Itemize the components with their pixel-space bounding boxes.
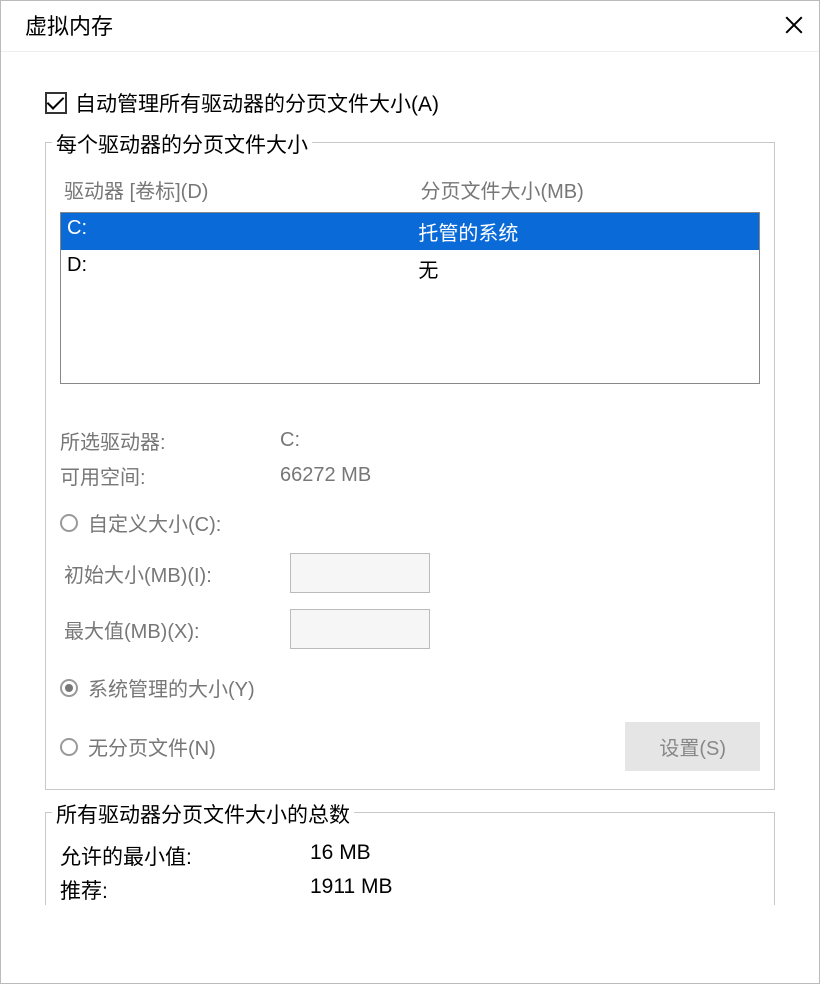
selected-drive-label: 所选驱动器:: [60, 426, 280, 455]
custom-size-radio-row[interactable]: 自定义大小(C):: [60, 508, 760, 537]
header-drive: 驱动器 [卷标](D): [64, 175, 420, 204]
initial-size-label: 初始大小(MB)(I):: [60, 559, 290, 588]
titlebar: 虚拟内存: [1, 1, 819, 52]
recommended-label: 推荐:: [60, 875, 310, 905]
system-managed-label: 系统管理的大小(Y): [88, 673, 255, 702]
totals-group: 所有驱动器分页文件大小的总数 允许的最小值: 16 MB 推荐: 1911 MB: [45, 812, 775, 905]
drive-row-d[interactable]: D: 无: [61, 250, 759, 287]
virtual-memory-dialog: 虚拟内存 自动管理所有驱动器的分页文件大小(A) 每个驱动器的分页文件大小 驱动…: [0, 0, 820, 984]
no-paging-and-set-row: 无分页文件(N) 设置(S): [60, 722, 760, 771]
dialog-title: 虚拟内存: [25, 9, 113, 41]
free-space-label: 可用空间:: [60, 461, 280, 490]
drive-row-c[interactable]: C: 托管的系统: [61, 213, 759, 250]
custom-size-radio[interactable]: [60, 514, 78, 532]
max-size-label: 最大值(MB)(X):: [60, 615, 290, 644]
per-drive-group: 每个驱动器的分页文件大小 驱动器 [卷标](D) 分页文件大小(MB) C: 托…: [45, 142, 775, 790]
selected-drive-value: C:: [280, 429, 300, 452]
dialog-content: 自动管理所有驱动器的分页文件大小(A) 每个驱动器的分页文件大小 驱动器 [卷标…: [1, 52, 819, 905]
per-drive-group-title: 每个驱动器的分页文件大小: [52, 129, 312, 159]
auto-manage-row[interactable]: 自动管理所有驱动器的分页文件大小(A): [45, 88, 775, 118]
recommended-value: 1911 MB: [310, 875, 393, 905]
custom-size-label: 自定义大小(C):: [88, 508, 221, 537]
auto-manage-label: 自动管理所有驱动器的分页文件大小(A): [75, 88, 439, 118]
drive-list-headers: 驱动器 [卷标](D) 分页文件大小(MB): [60, 171, 760, 212]
system-managed-radio[interactable]: [60, 679, 78, 697]
close-icon[interactable]: [783, 14, 805, 36]
header-size: 分页文件大小(MB): [420, 175, 760, 204]
max-size-input[interactable]: [290, 609, 430, 649]
totals-title: 所有驱动器分页文件大小的总数: [52, 799, 354, 829]
free-space-value: 66272 MB: [280, 464, 371, 487]
drive-list[interactable]: C: 托管的系统 D: 无: [60, 212, 760, 384]
no-paging-radio-row[interactable]: 无分页文件(N): [60, 732, 216, 761]
no-paging-label: 无分页文件(N): [88, 732, 216, 761]
system-managed-radio-row[interactable]: 系统管理的大小(Y): [60, 673, 760, 702]
min-allowed-value: 16 MB: [310, 841, 371, 871]
set-button[interactable]: 设置(S): [625, 722, 760, 771]
drive-row-d-drive: D:: [67, 254, 418, 283]
selected-drive-info: 所选驱动器: C: 可用空间: 66272 MB: [60, 426, 760, 490]
initial-size-input[interactable]: [290, 553, 430, 593]
no-paging-radio[interactable]: [60, 738, 78, 756]
max-size-row: 最大值(MB)(X):: [60, 609, 760, 649]
drive-row-c-size: 托管的系统: [418, 217, 753, 246]
auto-manage-checkbox[interactable]: [45, 92, 67, 114]
min-allowed-label: 允许的最小值:: [60, 841, 310, 871]
drive-row-d-size: 无: [418, 254, 753, 283]
drive-row-c-drive: C:: [67, 217, 418, 246]
initial-size-row: 初始大小(MB)(I):: [60, 553, 760, 593]
